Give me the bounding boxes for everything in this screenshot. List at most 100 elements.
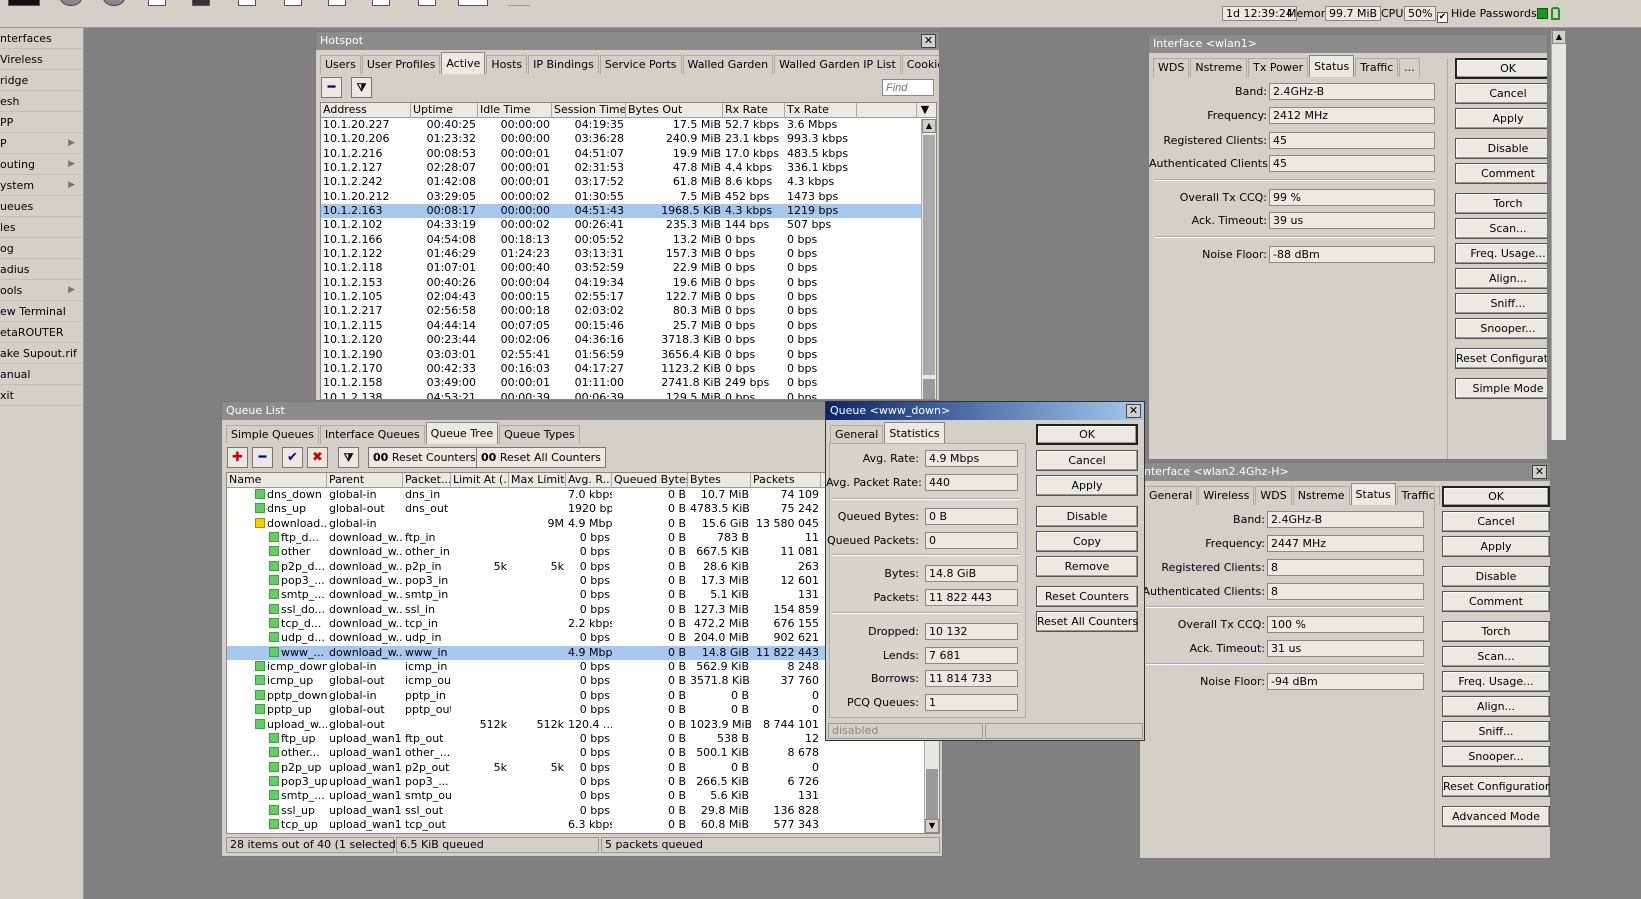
hide-passwords-checkbox[interactable]: ✔ Hide Passwords [1437, 7, 1537, 23]
tab-item[interactable]: Traffic [1355, 58, 1399, 77]
tab-item[interactable]: Nstreme [1292, 486, 1350, 505]
table-row[interactable]: p2p_up upload_wan1 p2p_out 5k 5k 0 bps 0 B 0 B 0 [227, 761, 939, 775]
checkbox-icon[interactable]: ✔ [1437, 12, 1448, 23]
sidebar-item[interactable]: nterfaces [0, 28, 83, 49]
table-row[interactable]: 10.1.2.216 00:08:53 00:00:01 04:51:07 19.9 M… [321, 147, 936, 161]
table-row[interactable]: 10.1.2.158 03:49:00 00:00:01 01:11:00 2741.8… [321, 376, 936, 390]
column-header[interactable]: Max Limit... [509, 473, 566, 488]
column-header[interactable]: Session Time ... [552, 103, 626, 118]
toolbar-icon[interactable] [328, 0, 346, 6]
table-row[interactable]: 10.1.2.170 00:42:33 00:16:03 04:17:27 1123.2… [321, 362, 936, 376]
scrollbar[interactable]: ▲ [921, 119, 936, 399]
tab-item[interactable]: Walled Garden [682, 55, 774, 74]
action-button[interactable]: Align... [1455, 268, 1547, 289]
toolbar-icon[interactable] [508, 0, 530, 6]
forward-icon[interactable] [103, 0, 125, 6]
toolbar-icon[interactable] [8, 0, 40, 6]
table-row[interactable]: 10.1.2.153 00:40:26 00:00:04 04:19:34 19.6 M… [321, 276, 936, 290]
action-button[interactable]: Advanced Mode [1442, 806, 1550, 827]
action-button[interactable]: OK [1455, 58, 1547, 79]
column-header[interactable]: Limit At (... [451, 473, 509, 488]
scrollbar[interactable]: ▲ [1551, 30, 1566, 440]
action-button[interactable]: Disable [1442, 566, 1550, 587]
action-button[interactable]: Scan... [1455, 218, 1547, 239]
tab-item[interactable]: Walled Garden IP List [774, 55, 901, 74]
action-button[interactable]: Align... [1442, 696, 1550, 717]
column-header[interactable]: Tx Rate [785, 103, 857, 118]
filter-icon[interactable]: ⧩ [338, 447, 359, 468]
action-button[interactable]: Copy [1036, 531, 1138, 552]
tab-item[interactable]: User Profiles [361, 55, 441, 74]
sidebar-item[interactable]: ridge [0, 70, 83, 91]
column-header[interactable]: Parent [327, 473, 403, 488]
sidebar-item[interactable]: ystem ▶ [0, 175, 83, 196]
action-button[interactable]: Sniff... [1455, 293, 1547, 314]
add-icon[interactable]: ✚ [227, 447, 248, 468]
table-row[interactable]: 10.1.2.122 01:46:29 01:24:23 03:13:31 157.3 … [321, 247, 936, 261]
action-button[interactable]: Sniff... [1442, 721, 1550, 742]
table-row[interactable]: other... upload_wan1 other_... 0 bps 0 B 500.… [227, 746, 939, 760]
window-title[interactable]: Hotspot ✕ [316, 32, 939, 50]
sidebar-item[interactable]: ew Terminal [0, 301, 83, 322]
sidebar-item[interactable]: etaROUTER [0, 322, 83, 343]
action-button[interactable]: Scan... [1442, 646, 1550, 667]
action-button[interactable]: Reset Configuration [1455, 348, 1547, 369]
close-icon[interactable]: ✕ [921, 34, 936, 48]
tab-item[interactable]: Cookies [901, 55, 939, 74]
tab-item[interactable]: WDS [1153, 58, 1190, 77]
tab-item[interactable]: Interface Queues [319, 425, 425, 444]
tab-item[interactable]: Queue Types [499, 425, 580, 444]
action-button[interactable]: Comment [1442, 591, 1550, 612]
toolbar-icon[interactable] [372, 0, 390, 6]
sidebar-item[interactable]: ake Supout.rif [0, 343, 83, 364]
table-row[interactable]: pop3_up upload_wan1 pop3_... 0 bps 0 B 266.5 … [227, 775, 939, 789]
window-title[interactable]: Queue <www_down> ✕ [826, 402, 1144, 420]
scroll-down-icon[interactable]: ▼ [925, 819, 939, 833]
tab-item[interactable]: Service Ports [599, 55, 682, 74]
action-button[interactable]: Comment [1455, 163, 1547, 184]
tab-item[interactable]: Status [1350, 483, 1396, 505]
back-icon[interactable] [60, 0, 82, 6]
column-header[interactable]: Packets [751, 473, 821, 488]
column-header[interactable]: Address [321, 103, 411, 118]
column-header[interactable]: Queued Bytes [612, 473, 688, 488]
toolbar-icon[interactable] [148, 0, 166, 6]
reset-all-counters-button[interactable]: 00 Reset All Counters [476, 447, 606, 468]
action-button[interactable]: Reset All Counters [1036, 611, 1138, 632]
action-button[interactable]: Simple Mode [1455, 378, 1547, 399]
tab-item[interactable]: Queue Tree [425, 422, 499, 444]
action-button[interactable]: Freq. Usage... [1442, 671, 1550, 692]
tab-item[interactable]: Hosts [486, 55, 528, 74]
tab-item[interactable]: General [830, 425, 884, 444]
table-row[interactable]: 10.1.2.138 04:53:21 00:00:39 00:06:39 129.5 … [321, 391, 936, 399]
sidebar-item[interactable]: les [0, 217, 83, 238]
enable-icon[interactable]: ✔ [282, 447, 303, 468]
sidebar-item[interactable]: ueues [0, 196, 83, 217]
disable-icon[interactable]: ✖ [307, 447, 328, 468]
tab-item[interactable]: Nstreme [1190, 58, 1248, 77]
column-menu-icon[interactable]: ▼ [917, 103, 931, 118]
table-row[interactable]: 10.1.2.118 01:07:01 00:00:40 03:52:59 22.9 M… [321, 261, 936, 275]
sidebar-item[interactable]: Vireless [0, 49, 83, 70]
tab-item[interactable]: Tx Power [1248, 58, 1309, 77]
action-button[interactable]: Cancel [1455, 83, 1547, 104]
sidebar-item[interactable]: outing ▶ [0, 154, 83, 175]
column-header[interactable]: Packet... [403, 473, 451, 488]
action-button[interactable]: Reset Counters [1036, 586, 1138, 607]
toolbar-icon[interactable] [192, 0, 210, 6]
table-row[interactable]: 10.1.20.212 03:29:05 00:00:02 01:30:55 7.5 M… [321, 190, 936, 204]
scroll-thumb-lower[interactable] [923, 379, 935, 399]
action-button[interactable]: Cancel [1036, 450, 1138, 471]
table-row[interactable]: 10.1.2.115 04:44:14 00:07:05 00:15:46 25.7 M… [321, 319, 936, 333]
table-row[interactable]: smtp_... upload_wan1smtp_out 0 bps 0 B 5.6 K… [227, 789, 939, 803]
table-row[interactable]: 10.1.2.120 00:23:44 00:02:06 04:36:16 3718.3… [321, 333, 936, 347]
window-title[interactable]: Interface <wlan1> [1149, 35, 1547, 53]
toolbar-icon[interactable] [284, 0, 302, 6]
table-row[interactable]: 10.1.2.190 03:03:01 02:55:41 01:56:59 3656.4… [321, 348, 936, 362]
table-row[interactable]: 10.1.2.166 04:54:08 00:18:13 00:05:52 13.2 M… [321, 233, 936, 247]
action-button[interactable]: Reset Configuration [1442, 776, 1550, 797]
remove-icon[interactable]: ━ [252, 447, 273, 468]
tab-item[interactable]: WDS [1255, 486, 1292, 505]
action-button[interactable]: Apply [1442, 536, 1550, 557]
action-button[interactable]: Torch [1455, 193, 1547, 214]
